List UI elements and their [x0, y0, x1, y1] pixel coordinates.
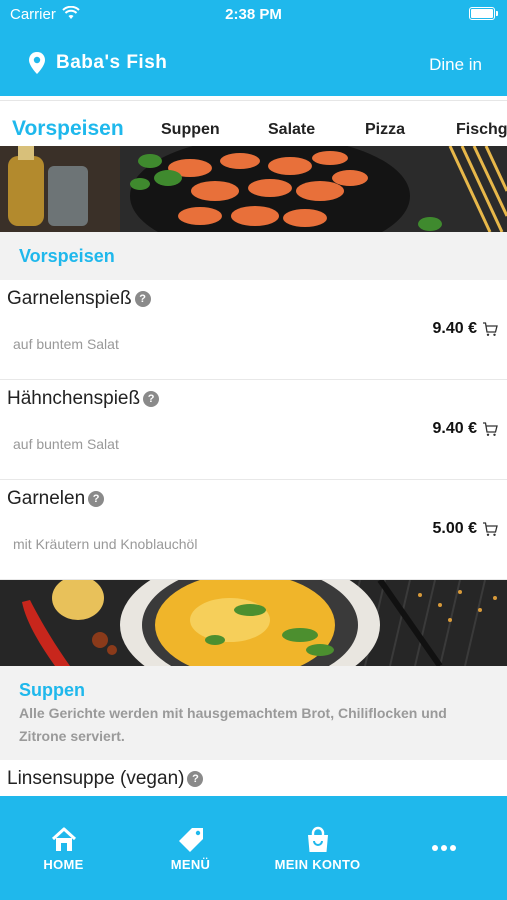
nav-more[interactable] — [381, 796, 507, 900]
more-icon — [432, 845, 456, 851]
menu-item-description: auf buntem Salat — [13, 336, 119, 352]
nav-label: MENÜ — [170, 857, 211, 872]
dine-mode-button[interactable]: Dine in — [429, 55, 482, 75]
tab-suppen[interactable]: Suppen — [161, 121, 220, 139]
location-pin-icon[interactable] — [27, 51, 47, 75]
menu-item-description: auf buntem Salat — [13, 436, 119, 452]
info-icon[interactable]: ? — [134, 291, 151, 307]
section-header-vorspeisen: Vorspeisen — [0, 232, 507, 280]
nav-home[interactable]: HOME — [0, 796, 127, 900]
home-icon — [51, 827, 76, 851]
info-icon[interactable]: ? — [143, 391, 160, 407]
suppen-banner-image — [0, 580, 507, 666]
section-description: Alle Gerichte werden mit hausgemachtem B… — [19, 705, 447, 744]
cart-icon[interactable] — [482, 421, 498, 437]
tab-pizza[interactable]: Pizza — [365, 121, 405, 139]
nav-account[interactable]: MEIN KONTO — [254, 796, 381, 900]
clock: 2:38 PM — [225, 6, 282, 23]
section-title: Suppen — [19, 680, 85, 700]
menu-item-name: Hähnchenspieß ? — [7, 388, 160, 410]
tab-salate[interactable]: Salate — [268, 121, 315, 139]
cart-icon[interactable] — [482, 321, 498, 337]
menu-item-price: 9.40 € — [432, 320, 477, 337]
menu-item[interactable]: Garnelenspieß ? auf buntem Salat 9.40 € — [0, 280, 507, 380]
menu-item-name: Garnelenspieß ? — [7, 288, 151, 310]
battery-icon — [469, 7, 498, 20]
vorspeisen-banner-image — [0, 146, 507, 232]
menu-item[interactable]: Hähnchenspieß ? auf buntem Salat 9.40 € — [0, 380, 507, 480]
tab-vorspeisen[interactable]: Vorspeisen — [12, 117, 124, 141]
menu-item-description: mit Kräutern und Knoblauchöl — [13, 536, 198, 552]
shopping-bag-icon — [307, 826, 328, 852]
nav-label: HOME — [43, 857, 84, 872]
bottom-navigation: HOME MENÜ MEIN KONTO — [0, 796, 507, 900]
status-bar: Carrier 2:38 PM — [0, 0, 507, 28]
nav-menu[interactable]: MENÜ — [127, 796, 254, 900]
category-tabs: Vorspeisen Suppen Salate Pizza Fischg — [0, 100, 507, 146]
menu-item-name: Linsensuppe (vegan) ? — [7, 768, 204, 790]
nav-label: MEIN KONTO — [274, 857, 361, 872]
menu-item-price: 9.40 € — [432, 420, 477, 437]
cart-icon[interactable] — [482, 521, 498, 537]
tag-icon — [178, 828, 203, 852]
restaurant-name[interactable]: Baba's Fish — [56, 52, 167, 74]
menu-item-name: Garnelen ? — [7, 488, 105, 510]
menu-item-price: 5.00 € — [432, 520, 477, 537]
info-icon[interactable]: ? — [88, 491, 105, 507]
section-title: Vorspeisen — [19, 246, 115, 266]
info-icon[interactable]: ? — [187, 771, 204, 787]
app-header: Baba's Fish Dine in — [0, 28, 507, 96]
section-header-suppen: Suppen Alle Gerichte werden mit hausgema… — [0, 666, 507, 760]
tab-fisch[interactable]: Fischg — [456, 121, 507, 139]
menu-item[interactable]: Garnelen ? mit Kräutern und Knoblauchöl … — [0, 480, 507, 580]
